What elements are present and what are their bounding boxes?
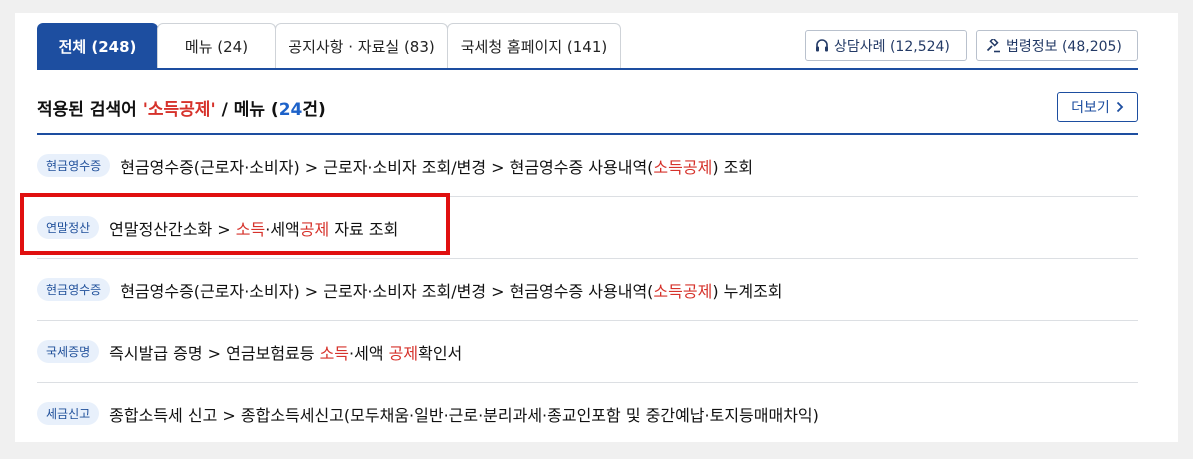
heading-suffix: 건) (302, 100, 326, 120)
bottom-strip (0, 442, 1193, 459)
selection-highlight-box (20, 193, 450, 255)
more-button-label: 더보기 (1071, 100, 1110, 116)
consult-cases-label: 상담사례 (12,524) (834, 38, 950, 55)
keyword-highlight: 소득 (319, 343, 350, 363)
category-badge: 국세증명 (37, 340, 100, 363)
gavel-icon (986, 38, 1000, 52)
search-keyword: '소득공제' (142, 100, 216, 120)
menu-path-link[interactable]: 즉시발급 증명 > 연금보험료등 소득·세액 공제확인서 (109, 340, 462, 364)
path-text: ) 누계조회 (712, 281, 783, 301)
list-item[interactable]: 현금영수증 현금영수증(근로자·소비자) > 근로자·소비자 조회/변경 > 현금… (37, 259, 1138, 321)
law-info-label: 법령정보 (48,205) (1006, 38, 1122, 55)
menu-path-link[interactable]: 현금영수증(근로자·소비자) > 근로자·소비자 조회/변경 > 현금영수증 사… (120, 278, 782, 302)
category-badge: 현금영수증 (37, 154, 111, 177)
keyword-highlight: 소득공제 (653, 281, 713, 301)
tab-all[interactable]: 전체 (248) (37, 23, 158, 69)
category-badge: 세금신고 (37, 402, 100, 425)
consult-cases-button[interactable]: 상담사례 (12,524) (805, 30, 967, 61)
heading-prefix: 적용된 검색어 (37, 100, 143, 120)
list-item[interactable]: 현금영수증 현금영수증(근로자·소비자) > 근로자·소비자 조회/변경 > 현금… (37, 135, 1138, 197)
heading-middle: / 메뉴 ( (215, 100, 279, 120)
menu-path-link[interactable]: 현금영수증(근로자·소비자) > 근로자·소비자 조회/변경 > 현금영수증 사… (120, 154, 753, 178)
tab-notice-library[interactable]: 공지사항 · 자료실 (83) (275, 23, 448, 69)
law-info-button[interactable]: 법령정보 (48,205) (976, 30, 1138, 61)
more-button[interactable]: 더보기 (1057, 92, 1138, 122)
path-text: 종합소득세 신고 > 종합소득세신고(모두채움·일반·근로·분리과세·종교인포함… (109, 405, 819, 425)
keyword-highlight: 소득공제 (653, 157, 713, 177)
tab-nts-homepage[interactable]: 국세청 홈페이지 (141) (447, 23, 621, 69)
results-heading: 적용된 검색어 '소득공제' / 메뉴 (24건) (37, 95, 326, 120)
top-strip (0, 0, 1193, 12)
list-item[interactable]: 세금신고 종합소득세 신고 > 종합소득세신고(모두채움·일반·근로·분리과세·종… (37, 383, 1138, 442)
list-item[interactable]: 국세증명 즉시발급 증명 > 연금보험료등 소득·세액 공제확인서 (37, 321, 1138, 383)
headset-icon (816, 38, 828, 51)
tab-underline (37, 68, 1138, 70)
path-text: ) 조회 (712, 157, 754, 177)
path-text: 현금영수증(근로자·소비자) > 근로자·소비자 조회/변경 > 현금영수증 사… (120, 281, 654, 301)
keyword-highlight: 공제 (388, 343, 419, 363)
path-text: ·세액 (349, 343, 389, 363)
menu-path-link[interactable]: 종합소득세 신고 > 종합소득세신고(모두채움·일반·근로·분리과세·종교인포함… (109, 402, 819, 426)
path-text: 현금영수증(근로자·소비자) > 근로자·소비자 조회/변경 > 현금영수증 사… (120, 157, 654, 177)
result-tabs: 전체 (248) 메뉴 (24) 공지사항 · 자료실 (83) 국세청 홈페이… (37, 23, 621, 69)
path-text: 즉시발급 증명 > 연금보험료등 (109, 343, 320, 363)
chevron-right-icon (1116, 101, 1124, 113)
result-count: 24 (278, 100, 303, 120)
tab-menu[interactable]: 메뉴 (24) (157, 23, 276, 69)
path-text: 확인서 (418, 343, 463, 363)
category-badge: 현금영수증 (37, 278, 111, 301)
